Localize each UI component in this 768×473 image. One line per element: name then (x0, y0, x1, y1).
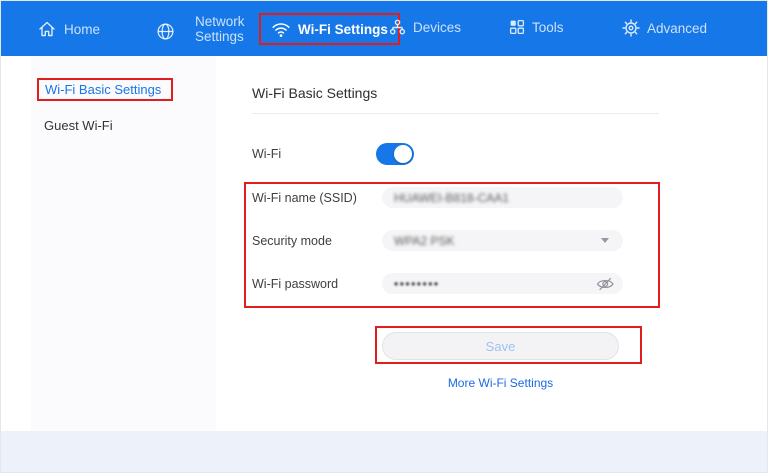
security-mode-value-redacted: WPA2 PSK (394, 234, 454, 248)
nav-item-tools[interactable]: Tools (509, 19, 564, 35)
nav-item-network-settings[interactable] (156, 22, 175, 41)
gear-icon (622, 19, 640, 37)
toggle-knob (394, 145, 412, 163)
nav-advanced-label: Advanced (647, 21, 707, 36)
nav-item-advanced[interactable]: Advanced (622, 19, 707, 37)
more-wifi-settings-link[interactable]: More Wi-Fi Settings (382, 376, 619, 390)
nav-network-settings-label[interactable]: Network Settings (195, 14, 259, 44)
eye-off-icon[interactable] (596, 276, 615, 297)
devices-icon (389, 19, 406, 36)
security-mode-select[interactable]: WPA2 PSK (382, 230, 623, 251)
tools-icon (509, 19, 525, 35)
sidebar-wifi-basic-label: Wi-Fi Basic Settings (45, 82, 161, 97)
globe-icon (156, 22, 175, 41)
title-divider (252, 113, 659, 114)
nav-item-wifi-settings[interactable]: Wi-Fi Settings (259, 13, 400, 45)
ssid-field-label: Wi-Fi name (SSID) (252, 191, 357, 205)
ssid-input[interactable]: HUAWEI-B818-CAA1 (382, 187, 623, 208)
wifi-password-input[interactable]: •••••••• (382, 273, 623, 294)
sidebar-guest-wifi-label: Guest Wi-Fi (44, 118, 113, 133)
security-mode-field-label: Security mode (252, 234, 332, 248)
nav-item-devices[interactable]: Devices (389, 19, 461, 36)
wifi-toggle-label: Wi-Fi (252, 147, 281, 161)
nav-devices-label: Devices (413, 20, 461, 35)
page-title: Wi-Fi Basic Settings (252, 85, 377, 101)
nav-item-home[interactable]: Home (37, 19, 100, 39)
sidebar-item-guest-wifi[interactable]: Guest Wi-Fi (44, 118, 113, 133)
wifi-password-field-label: Wi-Fi password (252, 277, 338, 291)
ssid-value-redacted: HUAWEI-B818-CAA1 (394, 191, 509, 205)
nav-wifi-settings-label: Wi-Fi Settings (298, 22, 388, 37)
home-icon (37, 19, 57, 39)
router-admin-page: Home Network Settings Wi-Fi (0, 0, 768, 473)
wifi-icon (271, 21, 291, 38)
top-navigation-bar: Home Network Settings Wi-Fi (1, 1, 767, 56)
nav-home-label: Home (64, 22, 100, 37)
footer-band (1, 431, 767, 472)
sidebar: Wi-Fi Basic Settings Guest Wi-Fi (31, 56, 216, 433)
sidebar-item-wifi-basic-settings[interactable]: Wi-Fi Basic Settings (37, 78, 173, 101)
wifi-toggle-switch[interactable] (376, 143, 414, 165)
wifi-password-value-masked: •••••••• (394, 277, 440, 291)
nav-tools-label: Tools (532, 20, 564, 35)
save-button[interactable]: Save (382, 332, 619, 360)
chevron-down-icon (601, 238, 609, 243)
